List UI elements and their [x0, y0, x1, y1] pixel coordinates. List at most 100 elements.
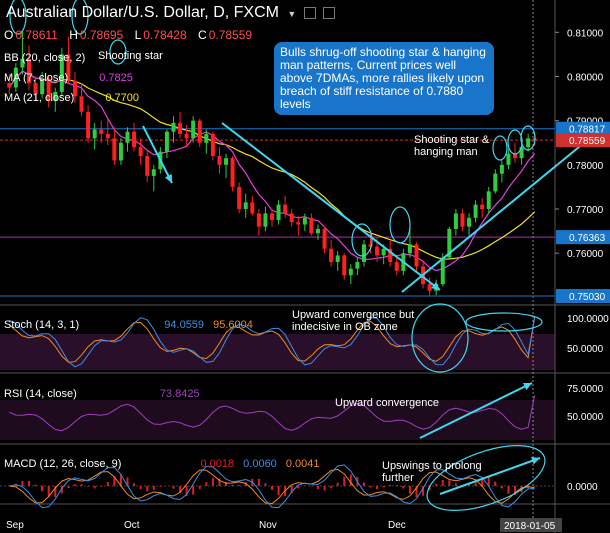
macd-histogram-bar — [382, 486, 385, 488]
candle-body — [164, 131, 169, 152]
macd-label[interactable]: MACD (12, 26, close, 9) — [4, 458, 121, 470]
macd-histogram-bar — [408, 486, 411, 494]
macd-histogram-bar — [139, 486, 142, 490]
stoch-note: Upward convergence but indecisive in OB … — [292, 309, 415, 333]
candle-body — [309, 217, 314, 234]
candle-body — [197, 120, 202, 143]
candle-body — [335, 255, 340, 263]
candle-body — [348, 268, 353, 276]
candle-body — [486, 191, 491, 210]
macd-histogram-bar — [106, 481, 109, 486]
macd-note: Upswings to prolong further — [382, 460, 482, 484]
candle-body — [453, 213, 458, 229]
candle-body — [263, 213, 268, 227]
chevron-down-icon[interactable]: ▼ — [287, 9, 296, 19]
macd-histogram-bar — [225, 481, 228, 486]
price-tag-label: 0.78559 — [569, 136, 606, 147]
candle-body — [243, 202, 248, 210]
macd-histogram-bar — [435, 483, 438, 486]
macd-histogram-bar — [152, 486, 155, 490]
ma7-legend[interactable]: MA (7, close) 0.7825 — [4, 72, 133, 84]
macd-signal-value: 0.0041 — [285, 458, 320, 470]
candle-body — [381, 248, 386, 256]
candle-body — [342, 255, 347, 276]
settings-icon[interactable] — [303, 6, 316, 19]
bb-label[interactable]: BB (20, close, 2) — [4, 52, 85, 64]
macd-histogram-bar — [231, 484, 234, 486]
ohlc-open-value: 0.78611 — [15, 28, 58, 42]
analysis-callout: Bulls shrug-off shooting star & hanging … — [274, 42, 494, 115]
symbol-title[interactable]: Australian Dollar/U.S. Dollar, D, FXCM — [6, 4, 279, 21]
visibility-icon[interactable] — [323, 6, 336, 19]
candle-body — [86, 111, 91, 139]
macd-histogram-bar — [73, 484, 76, 486]
macd-histogram-bar — [277, 486, 280, 496]
candle-body — [237, 186, 242, 210]
stoch-d-value: 95.6004 — [213, 319, 253, 331]
candle-body — [105, 133, 110, 139]
bb-legend[interactable]: BB (20, close, 2) — [4, 52, 85, 64]
macd-trend-arrow-head — [531, 457, 540, 465]
price-tick-label: 0.76000 — [567, 249, 604, 260]
stoch-legend[interactable]: Stoch (14, 3, 1) 94.0559 95.6004 — [4, 319, 253, 331]
ohlc-open-key: O — [4, 28, 14, 42]
macd-histogram-bar — [67, 486, 70, 488]
stoch-k-value: 94.0559 — [164, 319, 205, 331]
macd-histogram-bar — [343, 476, 346, 486]
candle-body — [132, 131, 137, 148]
ma21-value: 0.7700 — [105, 92, 140, 104]
stoch-ob-band — [0, 334, 555, 370]
candle-body — [283, 204, 288, 214]
macd-histogram-bar — [93, 486, 96, 489]
price-tag-label: 0.75030 — [569, 292, 606, 303]
price-tick-label: 0.81000 — [567, 28, 604, 39]
macd-histogram-bar — [21, 481, 24, 486]
stoch-tick-label: 50.0000 — [567, 344, 604, 355]
candle-body — [467, 217, 472, 227]
candle-body — [276, 204, 281, 221]
chart-title[interactable]: Australian Dollar/U.S. Dollar, D, FXCM ▼ — [6, 4, 336, 22]
candle-body — [204, 133, 209, 143]
macd-histogram-bar — [362, 482, 365, 486]
candle-body — [224, 158, 229, 165]
candle-body — [178, 122, 183, 134]
shooting-star-left-label: Shooting star — [98, 50, 163, 62]
macd-histogram-bar — [330, 486, 333, 489]
macd-histogram-bar — [336, 482, 339, 486]
candle-body — [414, 244, 419, 267]
rsi-legend[interactable]: RSI (14, close) 73.8425 — [4, 388, 200, 400]
macd-histogram-bar — [402, 486, 405, 489]
macd-histogram-bar — [159, 486, 162, 487]
macd-histogram-bar — [323, 486, 326, 491]
candle-body — [322, 228, 327, 249]
macd-histogram-bar — [80, 484, 83, 486]
candle-body — [151, 169, 156, 176]
macd-histogram-bar — [389, 484, 392, 486]
rsi-tick-label: 75.0000 — [567, 384, 604, 395]
rsi-tick-label: 50.0000 — [567, 412, 604, 423]
macd-histogram-bar — [264, 483, 267, 486]
macd-histogram-bar — [100, 486, 103, 487]
candle-body — [217, 156, 222, 165]
macd-histogram-bar — [507, 486, 510, 494]
macd-histogram-bar — [271, 486, 273, 490]
macd-hist-value: 0.0018 — [200, 458, 235, 470]
price-tick-label: 0.80000 — [567, 72, 604, 83]
macd-legend[interactable]: MACD (12, 26, close, 9) 0.0018 0.0060 0.… — [4, 458, 320, 470]
price-tick-label: 0.77000 — [567, 205, 604, 216]
current-date-label: 2018-01-05 — [504, 521, 556, 532]
ma21-label[interactable]: MA (21, close) — [4, 92, 74, 104]
rsi-label[interactable]: RSI (14, close) — [4, 388, 77, 400]
trend-arrow-up — [401, 137, 591, 293]
macd-histogram-bar — [87, 486, 90, 487]
rsi-note: Upward convergence — [335, 397, 439, 409]
candle-body — [427, 284, 432, 291]
price-tick-label: 0.78000 — [567, 161, 604, 172]
candle-body — [499, 164, 504, 174]
candle-body — [230, 158, 235, 187]
ma7-label[interactable]: MA (7, close) — [4, 72, 68, 84]
stoch-label[interactable]: Stoch (14, 3, 1) — [4, 319, 79, 331]
ma21-legend[interactable]: MA (21, close) 0.7700 — [4, 92, 139, 104]
candle-body — [112, 138, 117, 161]
macd-histogram-bar — [146, 486, 149, 492]
